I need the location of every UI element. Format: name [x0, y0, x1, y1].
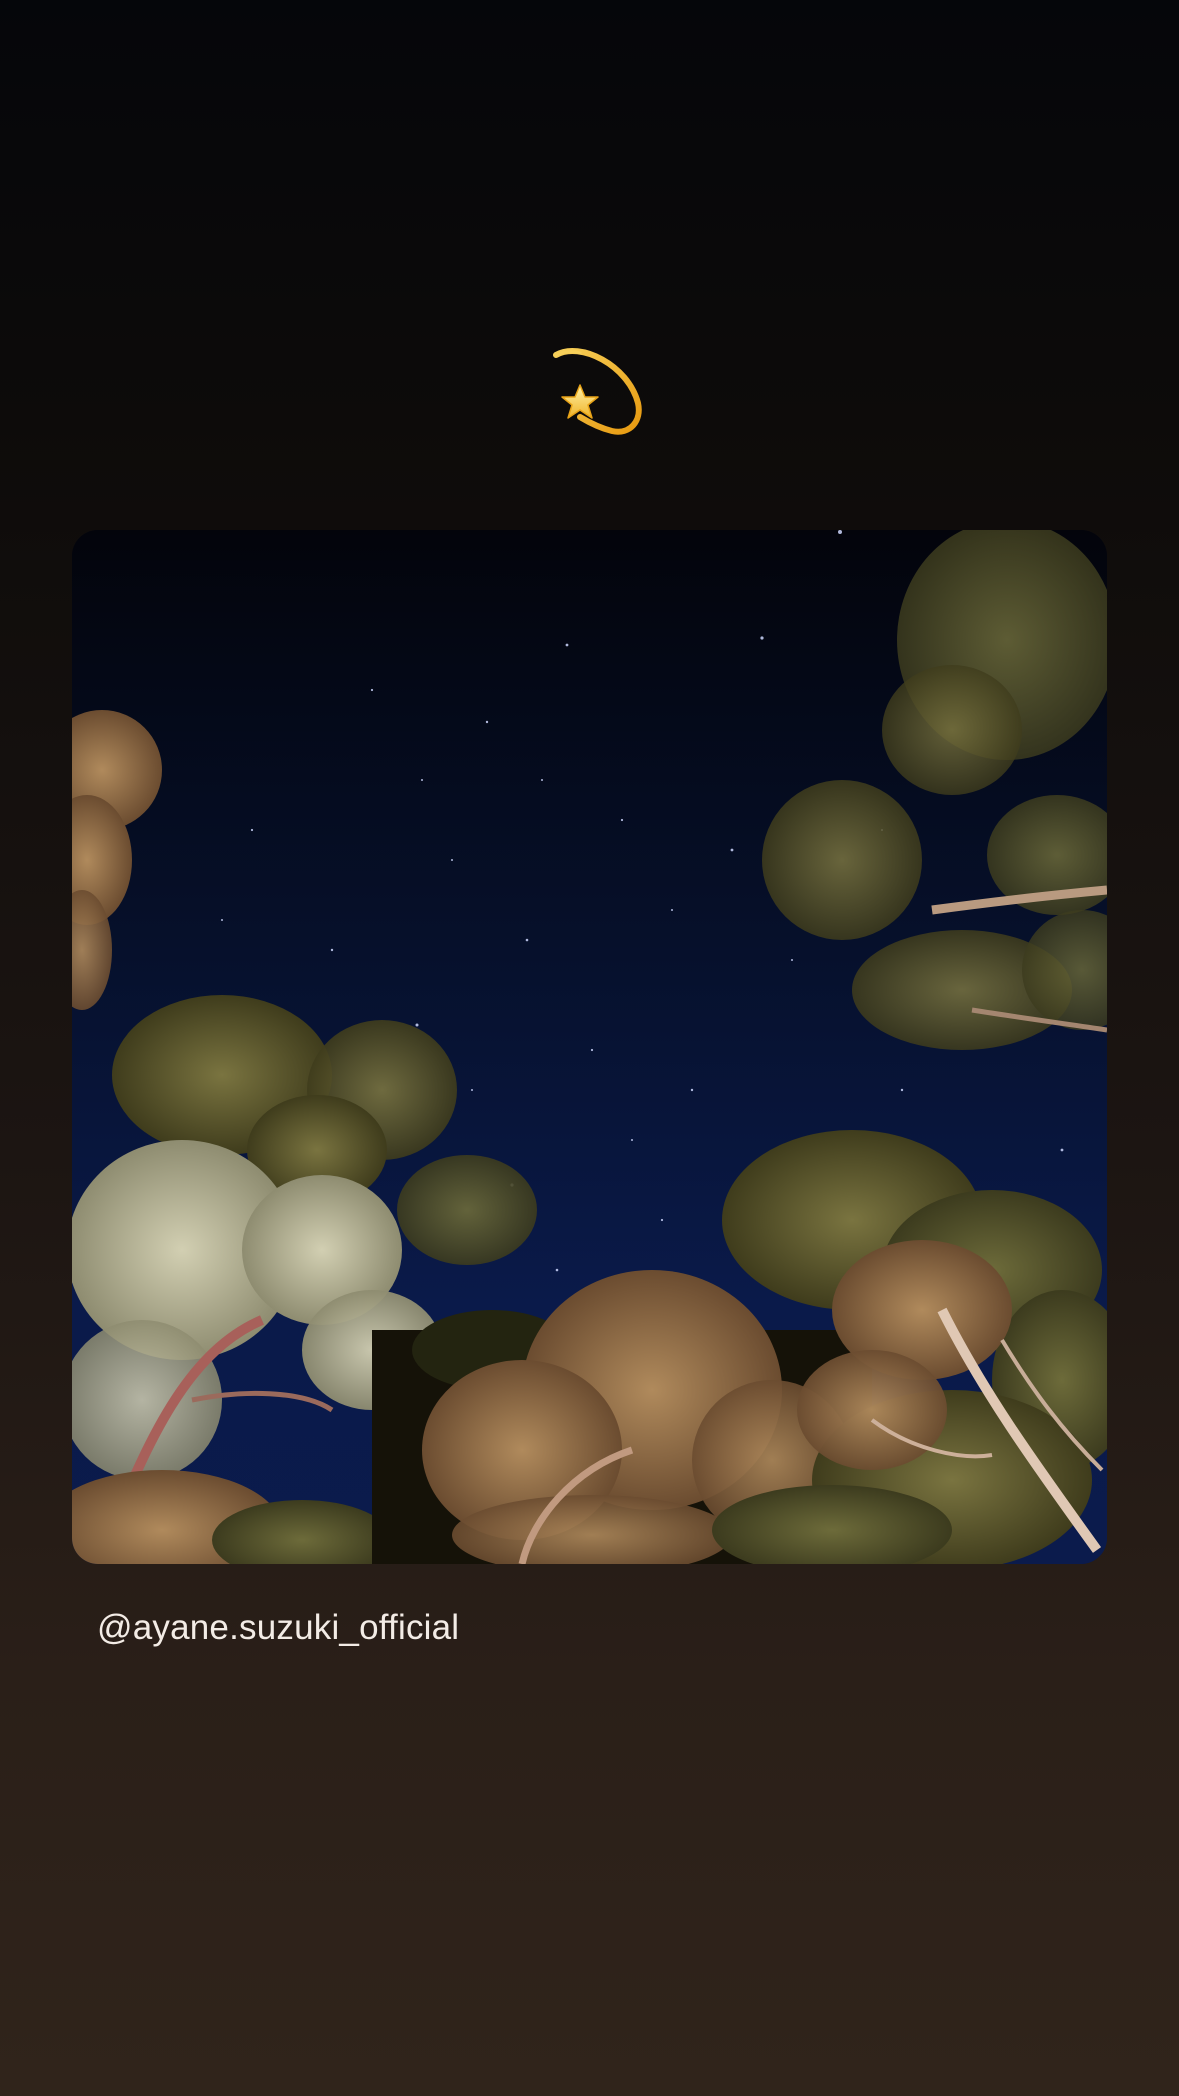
night-sky-photo-image — [72, 530, 1107, 1564]
username-mention[interactable]: @ayane.suzuki_official — [97, 1606, 459, 1650]
dizzy-star-emoji-icon[interactable] — [550, 345, 644, 439]
night-sky-photo[interactable] — [72, 530, 1107, 1564]
story-canvas: @ayane.suzuki_official — [0, 0, 1179, 2096]
